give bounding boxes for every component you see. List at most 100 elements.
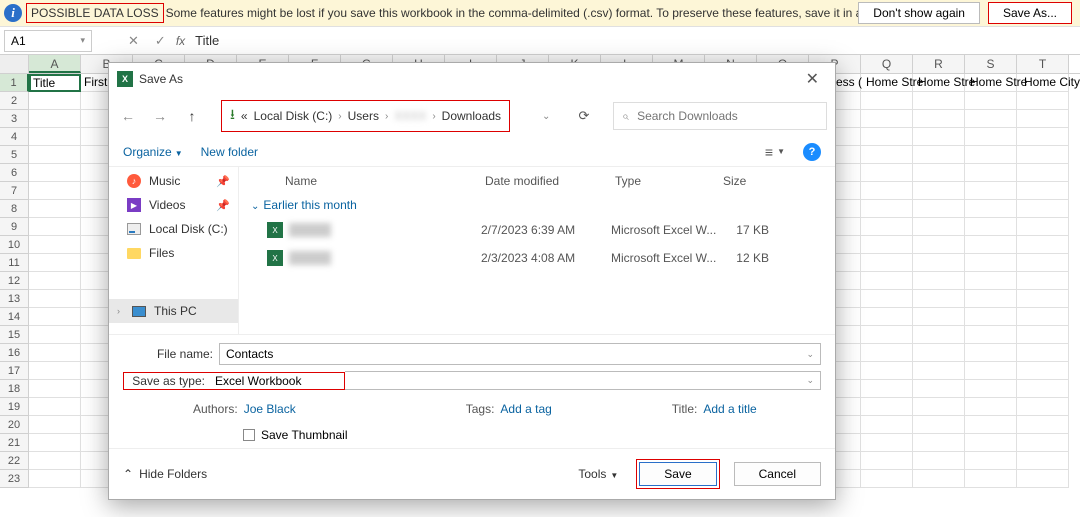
cell[interactable] [1017, 380, 1069, 398]
refresh-icon[interactable]: ⟳ [578, 108, 589, 124]
cancel-button[interactable]: Cancel [734, 462, 821, 486]
cell[interactable] [29, 164, 81, 182]
cell[interactable] [29, 290, 81, 308]
cell[interactable] [965, 218, 1017, 236]
cell[interactable] [1017, 272, 1069, 290]
cell[interactable] [1017, 344, 1069, 362]
cell[interactable] [965, 380, 1017, 398]
cell[interactable] [861, 92, 913, 110]
cell[interactable] [965, 110, 1017, 128]
file-name-input[interactable]: Contacts⌄ [219, 343, 821, 365]
row-header[interactable]: 18 [0, 380, 29, 398]
cell[interactable] [965, 146, 1017, 164]
row-header[interactable]: 6 [0, 164, 29, 182]
row-header[interactable]: 12 [0, 272, 29, 290]
cell[interactable] [913, 218, 965, 236]
cell[interactable] [913, 236, 965, 254]
cell[interactable] [29, 92, 81, 110]
cell[interactable] [29, 326, 81, 344]
save-button[interactable]: Save [639, 462, 716, 486]
cell[interactable] [1017, 254, 1069, 272]
column-header[interactable]: S [965, 55, 1017, 73]
sidebar-item-music[interactable]: ♪Music📌 [109, 169, 238, 193]
name-box[interactable]: A1▾ [4, 30, 92, 52]
row-header[interactable]: 19 [0, 398, 29, 416]
cell[interactable] [913, 92, 965, 110]
cell[interactable] [861, 290, 913, 308]
close-icon[interactable]: ✕ [798, 65, 827, 93]
cell[interactable] [913, 380, 965, 398]
save-as-button[interactable]: Save As... [988, 2, 1072, 24]
cell[interactable] [965, 92, 1017, 110]
cell[interactable] [29, 344, 81, 362]
authors-field[interactable]: Joe Black [244, 402, 296, 416]
column-header[interactable]: T [1017, 55, 1069, 73]
cell[interactable] [965, 362, 1017, 380]
cell[interactable] [861, 110, 913, 128]
cell[interactable] [1017, 146, 1069, 164]
cell[interactable] [913, 398, 965, 416]
cell[interactable] [913, 434, 965, 452]
fx-icon[interactable]: fx [176, 34, 185, 48]
cell[interactable]: Title [29, 74, 81, 92]
cell[interactable] [861, 218, 913, 236]
cell[interactable] [913, 146, 965, 164]
cell[interactable] [1017, 326, 1069, 344]
cell[interactable] [913, 254, 965, 272]
row-header[interactable]: 9 [0, 218, 29, 236]
cell[interactable] [965, 272, 1017, 290]
row-header[interactable]: 23 [0, 470, 29, 488]
cell[interactable] [965, 470, 1017, 488]
help-icon[interactable]: ? [803, 143, 821, 161]
file-row[interactable]: X 2/3/2023 4:08 AM Microsoft Excel W... … [249, 244, 825, 272]
cell[interactable] [1017, 452, 1069, 470]
hide-folders-button[interactable]: ⌃Hide Folders [123, 467, 207, 481]
row-header[interactable]: 16 [0, 344, 29, 362]
cell[interactable] [1017, 128, 1069, 146]
cancel-icon[interactable]: ✕ [128, 33, 139, 49]
cell[interactable] [29, 128, 81, 146]
cell[interactable] [913, 290, 965, 308]
cell[interactable] [913, 308, 965, 326]
cell[interactable] [965, 308, 1017, 326]
cell[interactable] [913, 470, 965, 488]
cell[interactable] [913, 272, 965, 290]
cell[interactable] [913, 128, 965, 146]
formula-bar[interactable]: Title [195, 33, 219, 48]
cell[interactable] [965, 236, 1017, 254]
row-header[interactable]: 22 [0, 452, 29, 470]
cell[interactable] [29, 416, 81, 434]
save-thumbnail-checkbox[interactable] [243, 429, 255, 441]
cell[interactable] [965, 416, 1017, 434]
row-header[interactable]: 7 [0, 182, 29, 200]
cell[interactable] [965, 326, 1017, 344]
nav-forward-icon[interactable]: → [149, 108, 171, 124]
cell[interactable] [965, 398, 1017, 416]
cell[interactable] [861, 128, 913, 146]
sidebar-item-videos[interactable]: ▶Videos📌 [109, 193, 238, 217]
cell[interactable] [861, 434, 913, 452]
cell[interactable] [913, 110, 965, 128]
row-header[interactable]: 13 [0, 290, 29, 308]
cell[interactable] [965, 128, 1017, 146]
cell[interactable] [29, 434, 81, 452]
row-header[interactable]: 1 [0, 74, 29, 92]
title-field[interactable]: Add a title [703, 402, 756, 416]
cell[interactable] [913, 182, 965, 200]
cell[interactable] [29, 146, 81, 164]
cell[interactable] [861, 344, 913, 362]
cell[interactable] [1017, 182, 1069, 200]
cell[interactable] [29, 200, 81, 218]
cell[interactable] [1017, 92, 1069, 110]
cell[interactable] [965, 254, 1017, 272]
new-folder-button[interactable]: New folder [201, 145, 258, 159]
cell[interactable] [965, 290, 1017, 308]
accept-icon[interactable]: ✓ [155, 33, 166, 49]
dont-show-again-button[interactable]: Don't show again [858, 2, 980, 24]
cell[interactable] [861, 362, 913, 380]
sidebar-item-files[interactable]: Files [109, 241, 238, 265]
cell[interactable] [965, 164, 1017, 182]
cell[interactable] [861, 146, 913, 164]
sidebar-item-this-pc[interactable]: ›This PC [109, 299, 238, 323]
cell[interactable] [913, 326, 965, 344]
